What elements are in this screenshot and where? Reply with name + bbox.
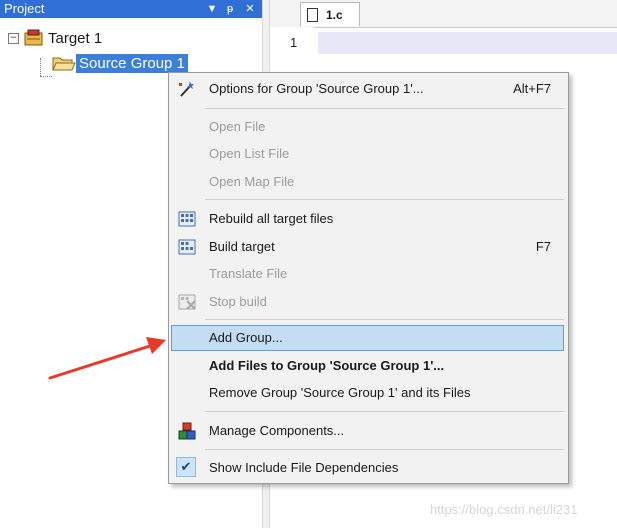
tree-item-source-group-label: Source Group 1 (76, 53, 188, 73)
menu-separator (205, 199, 564, 200)
folder-open-icon (52, 54, 76, 72)
tree-connector (40, 76, 52, 77)
menu-item-label: Manage Components... (209, 423, 345, 438)
rebuild-icon (178, 210, 196, 228)
menu-item-label: Open File (209, 119, 266, 134)
menu-separator (205, 449, 564, 450)
watermark: https://blog.csdn.net/li231 (430, 502, 578, 517)
close-icon[interactable]: ✕ (242, 0, 258, 18)
menu-item-add-group[interactable]: Add Group... (171, 325, 564, 351)
options-wand-icon (178, 80, 196, 98)
menu-item-label: Build target (209, 239, 275, 254)
tree-item-source-group[interactable]: Source Group 1 (52, 52, 188, 74)
menu-item-build-target[interactable]: Build target F7 (171, 234, 566, 260)
menu-item-remove-group[interactable]: Remove Group 'Source Group 1' and its Fi… (171, 380, 566, 406)
tab-1c[interactable]: 1.c (300, 2, 360, 26)
menu-item-label: Translate File (209, 266, 288, 281)
menu-item-label: Remove Group 'Source Group 1' and its Fi… (209, 385, 471, 400)
menu-separator (205, 411, 564, 412)
menu-item-label: Stop build (209, 294, 267, 309)
menu-item-show-include-deps[interactable]: ✔ Show Include File Dependencies (171, 455, 566, 481)
menu-item-open-file[interactable]: Open File (171, 114, 566, 140)
current-line-highlight[interactable] (318, 32, 617, 54)
menu-item-label: Options for Group 'Source Group 1'... (209, 81, 424, 96)
project-pane-header: Project ▼ ᵽ ✕ (0, 0, 262, 18)
menu-item-label: Show Include File Dependencies (209, 460, 399, 475)
menu-separator (205, 108, 564, 109)
components-icon (178, 422, 196, 440)
menu-item-label: Add Files to Group 'Source Group 1'... (209, 358, 445, 373)
project-pane-title: Project (4, 1, 45, 16)
menu-item-translate-file[interactable]: Translate File (171, 261, 566, 287)
tree-connector (40, 58, 41, 76)
menu-item-label: Rebuild all target files (209, 211, 334, 226)
file-icon (307, 7, 318, 22)
tree-item-target-label: Target 1 (48, 29, 103, 47)
menu-item-label: Add Group... (209, 330, 283, 345)
menu-item-rebuild-all[interactable]: Rebuild all target files (171, 206, 566, 232)
pin-icon[interactable]: ᵽ (222, 0, 238, 18)
menu-separator (205, 319, 564, 320)
menu-item-options-for-group[interactable]: Options for Group 'Source Group 1'... Al… (171, 76, 566, 102)
checkmark-icon: ✔ (176, 457, 196, 477)
context-menu: Options for Group 'Source Group 1'... Al… (168, 72, 569, 484)
menu-item-shortcut: Alt+F7 (513, 81, 551, 96)
target-icon (23, 29, 45, 47)
editor-tabbar: 1.c (270, 0, 617, 28)
menu-item-add-files-to-group[interactable]: Add Files to Group 'Source Group 1'... (171, 353, 566, 379)
menu-item-manage-components[interactable]: Manage Components... (171, 418, 566, 444)
menu-item-open-map-file[interactable]: Open Map File (171, 169, 566, 195)
collapse-icon[interactable]: − (8, 32, 19, 44)
menu-item-label: Open List File (209, 146, 290, 161)
pane-dropdown-icon[interactable]: ▼ (204, 0, 220, 18)
tab-1c-label: 1.c (326, 7, 343, 22)
menu-item-stop-build[interactable]: Stop build (171, 289, 566, 315)
tree-item-target[interactable]: − Target 1 (8, 27, 105, 49)
menu-item-open-list-file[interactable]: Open List File (171, 141, 566, 167)
stop-build-icon (178, 293, 196, 311)
menu-item-shortcut: F7 (535, 239, 551, 254)
line-number: 1 (290, 35, 298, 50)
build-icon (178, 238, 196, 256)
menu-item-label: Open Map File (209, 174, 295, 189)
